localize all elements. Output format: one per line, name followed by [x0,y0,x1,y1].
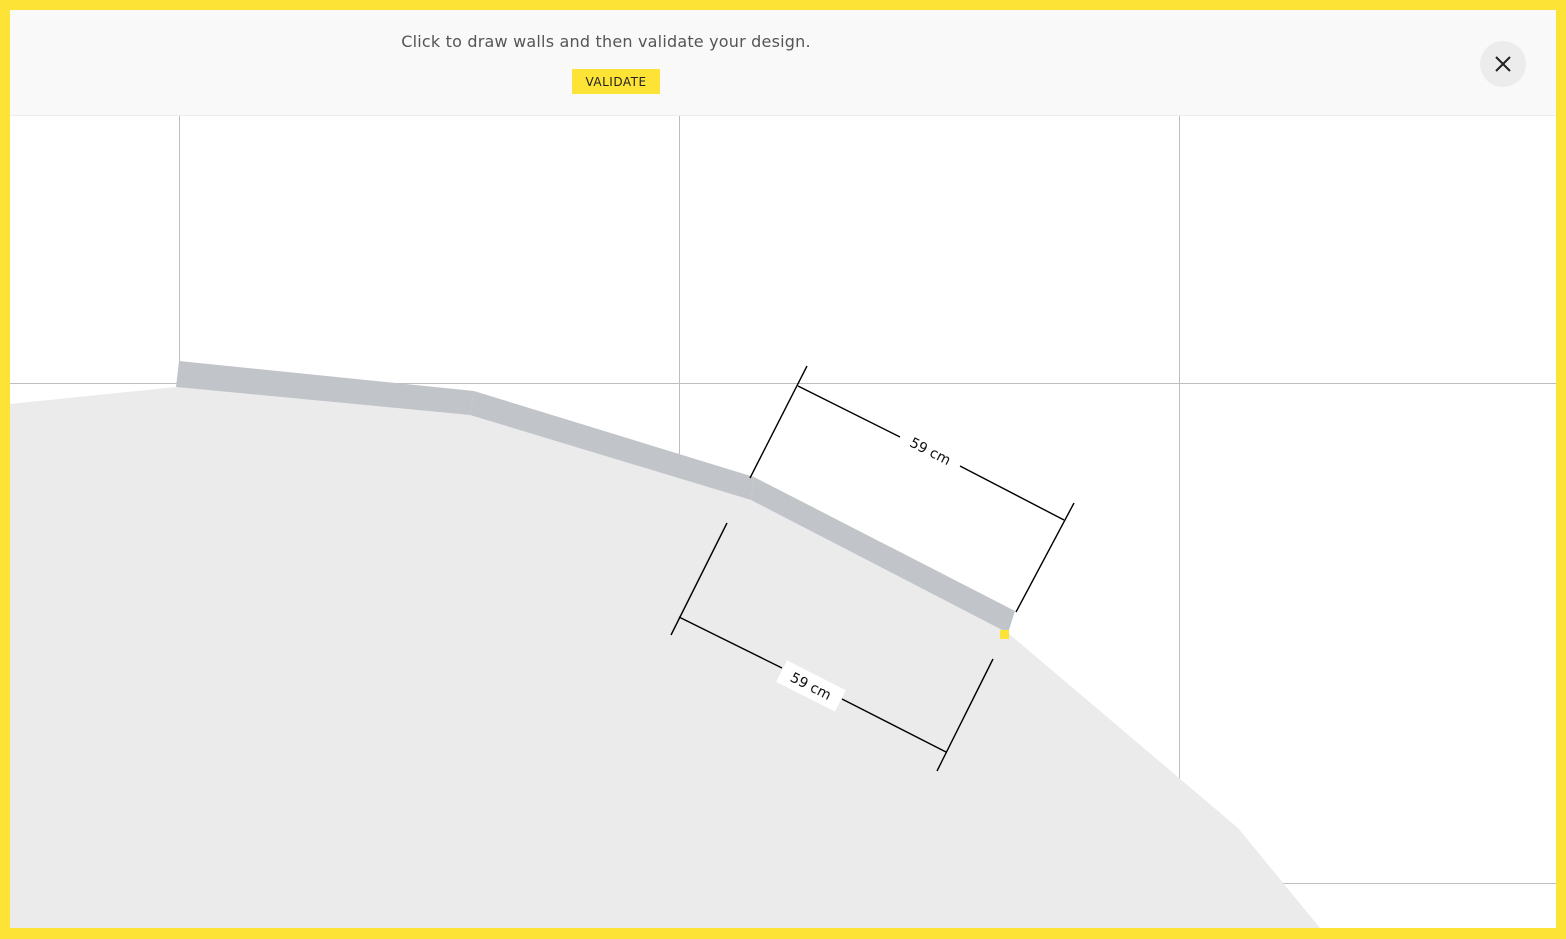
instruction-header: Click to draw walls and then validate yo… [10,10,1556,116]
dimension-label-upper: 59 cm [907,435,953,469]
close-button[interactable] [1480,41,1526,87]
validate-button[interactable]: VALIDATE [572,69,660,94]
drawing-cursor[interactable] [1000,630,1009,639]
drawing-frame: 59 cm 59 cm Click to draw walls and then… [10,10,1556,928]
close-icon [1495,56,1511,72]
instruction-text: Click to draw walls and then validate yo… [401,32,811,51]
drawing-canvas[interactable]: 59 cm 59 cm [10,10,1556,928]
